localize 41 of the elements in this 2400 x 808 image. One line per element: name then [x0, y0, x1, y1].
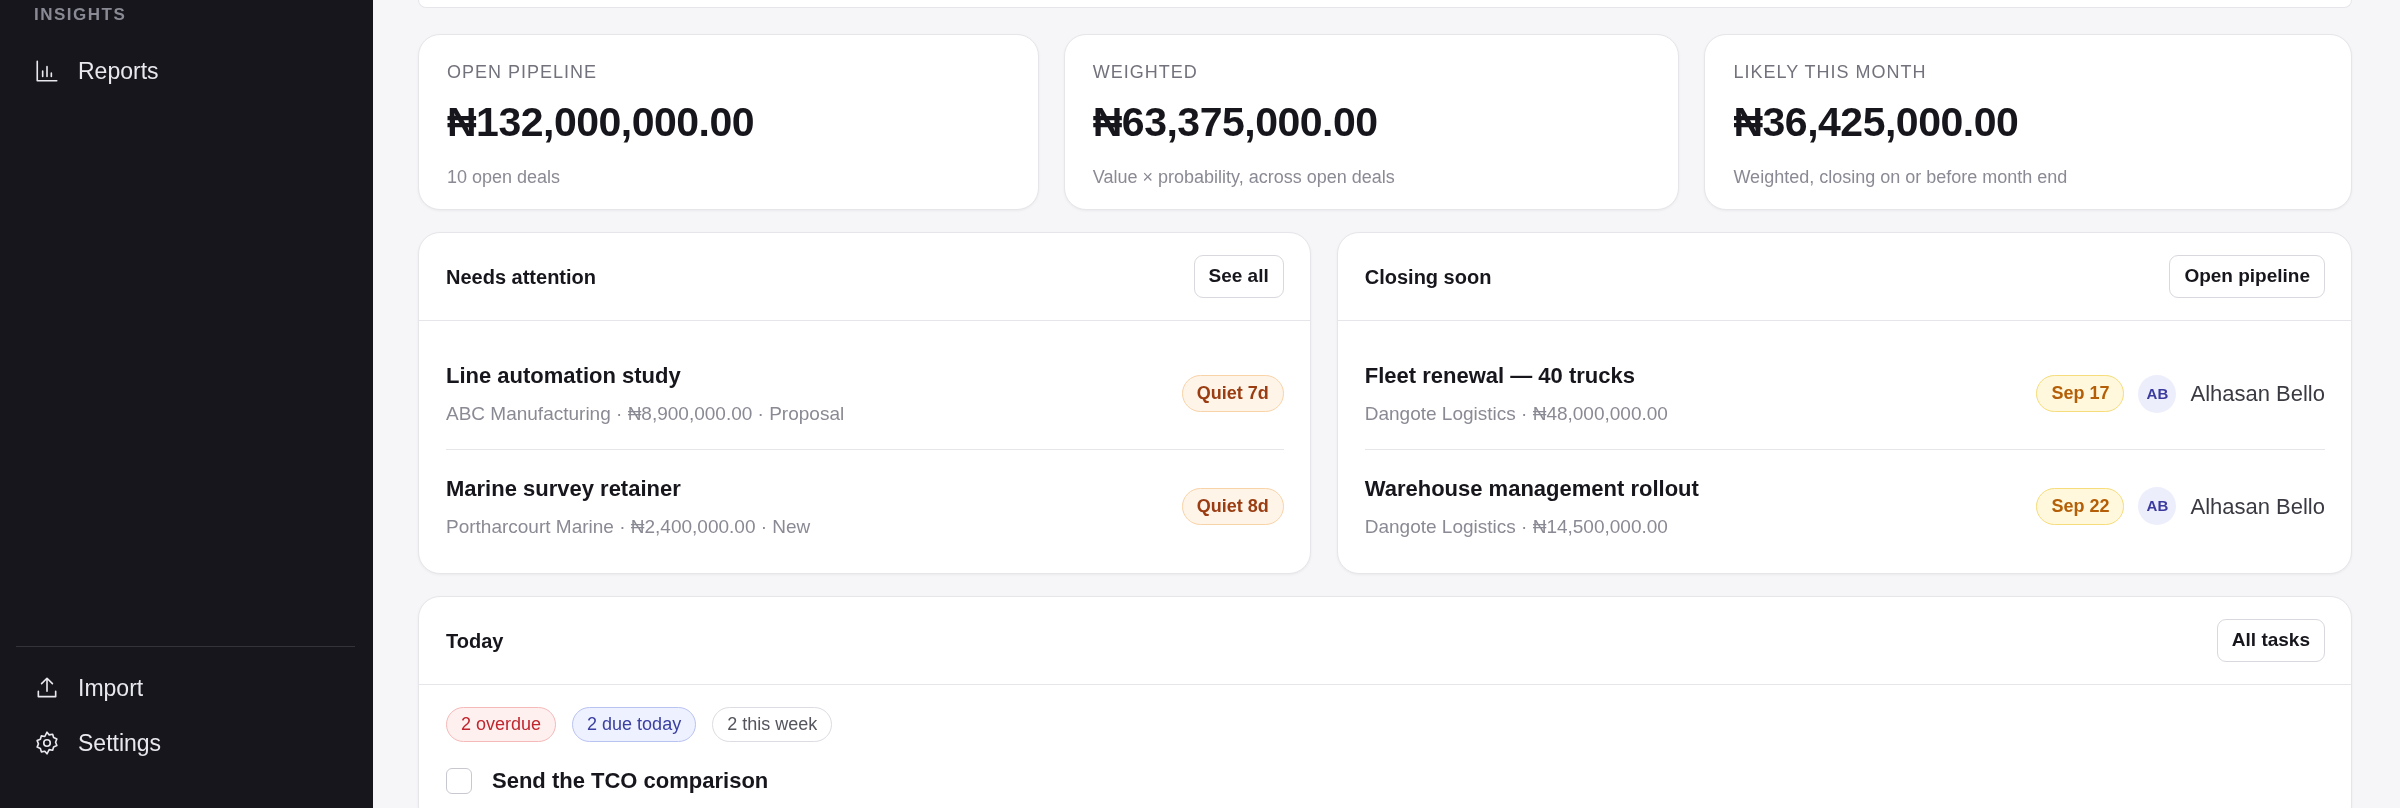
task-checkbox[interactable]: [446, 767, 472, 794]
filter-chip[interactable]: 2 this week: [712, 707, 833, 742]
sidebar-item[interactable]: Import: [16, 661, 355, 716]
metric-caption: Value × probability, across open deals: [1092, 165, 1395, 189]
metric-value: ₦36,425,000.00: [1733, 98, 2019, 147]
metric-caption: 10 open deals: [447, 165, 561, 189]
metric-caption: Weighted, closing on or before month end: [1733, 165, 2068, 189]
quiet-badge: Quiet 7d: [1181, 375, 1284, 413]
date-badge: Sep 22: [2036, 487, 2125, 525]
filter-chip[interactable]: 2 due today: [572, 707, 697, 742]
section-label: INSIGHTS: [33, 4, 128, 26]
panel-button[interactable]: Open pipeline: [2169, 255, 2325, 298]
date-badge: Sep 17: [2036, 375, 2125, 413]
metric-value: ₦132,000,000.00: [447, 98, 755, 147]
metric-value: ₦63,375,000.00: [1092, 98, 1378, 147]
sidebar-item[interactable]: Settings: [16, 715, 355, 770]
filter-chip[interactable]: 2 overdue: [446, 707, 557, 742]
deal-title[interactable]: Line automation study: [446, 359, 681, 392]
sidebar-item[interactable]: Reports: [16, 43, 355, 98]
metric-label: WEIGHTED: [1092, 61, 1198, 84]
avatar: AB: [2138, 374, 2177, 413]
task-title[interactable]: Send the TCO comparison: [492, 764, 769, 797]
deal-details: Dangote Logistics · ₦48,000,000.00: [1364, 402, 1668, 426]
panel-button[interactable]: See all: [1193, 255, 1284, 298]
settings-icon: [34, 729, 60, 756]
deal-title[interactable]: Fleet renewal — 40 trucks: [1364, 359, 1635, 392]
avatar: AB: [2138, 487, 2177, 526]
panel-title: Needs attention: [446, 264, 597, 290]
deal-details: Dangote Logistics · ₦14,500,000.00: [1364, 514, 1668, 539]
panel-title: Today: [446, 628, 504, 654]
panel-button[interactable]: All tasks: [2216, 619, 2325, 662]
metric-label: LIKELY THIS MONTH: [1733, 61, 1927, 84]
metric-label: OPEN PIPELINE: [447, 61, 598, 84]
deal-details: ABC Manufacturing · ₦8,900,000.00 · Proposal: [446, 402, 845, 426]
deal-title[interactable]: Warehouse management rollout: [1364, 471, 1699, 505]
owner-name: Alhasan Bello: [2190, 380, 2325, 409]
owner-name: Alhasan Bello: [2190, 492, 2325, 521]
deal-title[interactable]: Marine survey retainer: [446, 471, 681, 505]
deal-details: Portharcourt Marine · ₦2,400,000.00 · New: [446, 514, 811, 539]
quiet-badge: Quiet 8d: [1181, 487, 1284, 525]
panel-title: Closing soon: [1364, 264, 1492, 290]
